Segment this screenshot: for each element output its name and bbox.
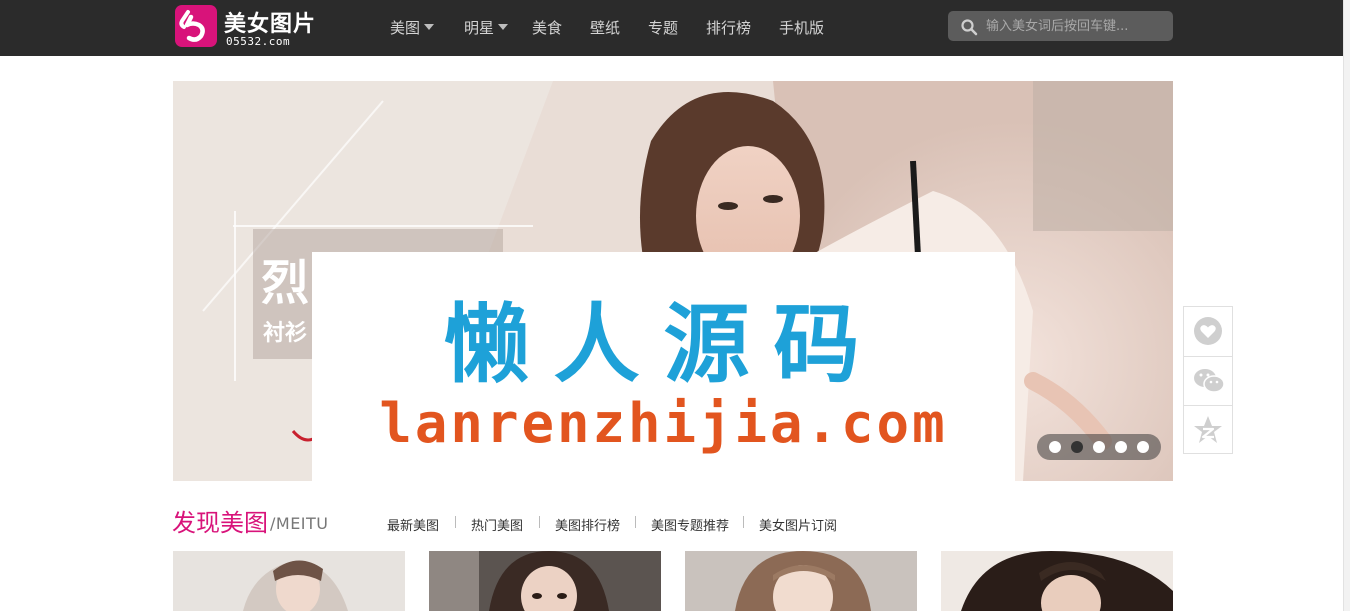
carousel-pagination (1037, 434, 1161, 460)
caret-down-icon (498, 23, 509, 30)
tab-divider (539, 516, 540, 528)
qzone-share-button[interactable] (1184, 405, 1232, 454)
search-box (948, 11, 1173, 41)
photo-thumbnail[interactable] (429, 551, 661, 611)
caret-down-icon (424, 23, 435, 30)
logo-title: 美女图片 (224, 12, 317, 37)
wechat-share-button[interactable] (1184, 356, 1232, 405)
tab-divider (455, 516, 456, 528)
logo-domain: 05532.com (226, 35, 291, 48)
carousel-dot-2[interactable] (1071, 441, 1083, 453)
tab-topics[interactable]: 美图专题推荐 (651, 515, 729, 534)
watermark-overlay: 懒人源码 lanrenzhijia.com (312, 252, 1015, 481)
photo-thumbnail[interactable] (941, 551, 1173, 611)
tab-ranking[interactable]: 美图排行榜 (555, 515, 620, 534)
thumbnail-image (685, 551, 917, 611)
nav-item-label: 明星 (464, 19, 495, 37)
top-navigation-bar: 美女图片 05532.com 美图 明星 美食 壁纸 专题 排行榜 手机版 (0, 0, 1350, 56)
page-scrollbar[interactable] (1343, 0, 1350, 611)
carousel-dot-3[interactable] (1093, 441, 1105, 453)
watermark-chinese-text: 懒人源码 (443, 295, 884, 395)
site-logo[interactable]: 美女图片 05532.com (175, 5, 335, 49)
carousel-dot-1[interactable] (1049, 441, 1061, 453)
banner-headline: 烈 (261, 255, 310, 311)
thumbnail-image (173, 551, 405, 611)
nav-item-zhuanti[interactable]: 专题 (648, 17, 678, 38)
section-subtitle: /MEITU (270, 514, 329, 533)
tab-divider (635, 516, 636, 528)
thumbnail-image (941, 551, 1173, 611)
nav-item-shoujiban[interactable]: 手机版 (779, 17, 824, 38)
photo-thumbnail[interactable] (685, 551, 917, 611)
search-input[interactable] (986, 11, 1166, 41)
tab-subscribe[interactable]: 美女图片订阅 (759, 515, 837, 534)
nav-item-meishi[interactable]: 美食 (532, 17, 562, 38)
tab-divider (743, 516, 744, 528)
side-share-toolbar (1183, 306, 1233, 454)
carousel-dot-4[interactable] (1115, 441, 1127, 453)
banner-subline: 衬衫 (263, 321, 308, 346)
watermark-url-text: lanrenzhijia.com (379, 392, 948, 455)
nav-item-mingxing[interactable]: 明星 (464, 17, 509, 38)
carousel-dot-5[interactable] (1137, 441, 1149, 453)
favorite-button[interactable] (1184, 307, 1232, 356)
tab-latest[interactable]: 最新美图 (387, 515, 439, 534)
section-title: 发现美图 (172, 509, 268, 537)
search-icon[interactable] (960, 18, 978, 36)
wechat-icon (1194, 369, 1225, 393)
nav-item-meitu[interactable]: 美图 (390, 17, 435, 38)
logo-mark-icon (175, 5, 217, 47)
heart-icon (1194, 317, 1222, 345)
thumbnail-image (429, 551, 661, 611)
qzone-star-icon (1194, 416, 1222, 443)
nav-item-bizhi[interactable]: 壁纸 (590, 17, 620, 38)
tab-popular[interactable]: 热门美图 (471, 515, 523, 534)
nav-item-label: 美图 (390, 19, 421, 37)
photo-thumbnail[interactable] (173, 551, 405, 611)
nav-item-paihangbang[interactable]: 排行榜 (706, 17, 751, 38)
